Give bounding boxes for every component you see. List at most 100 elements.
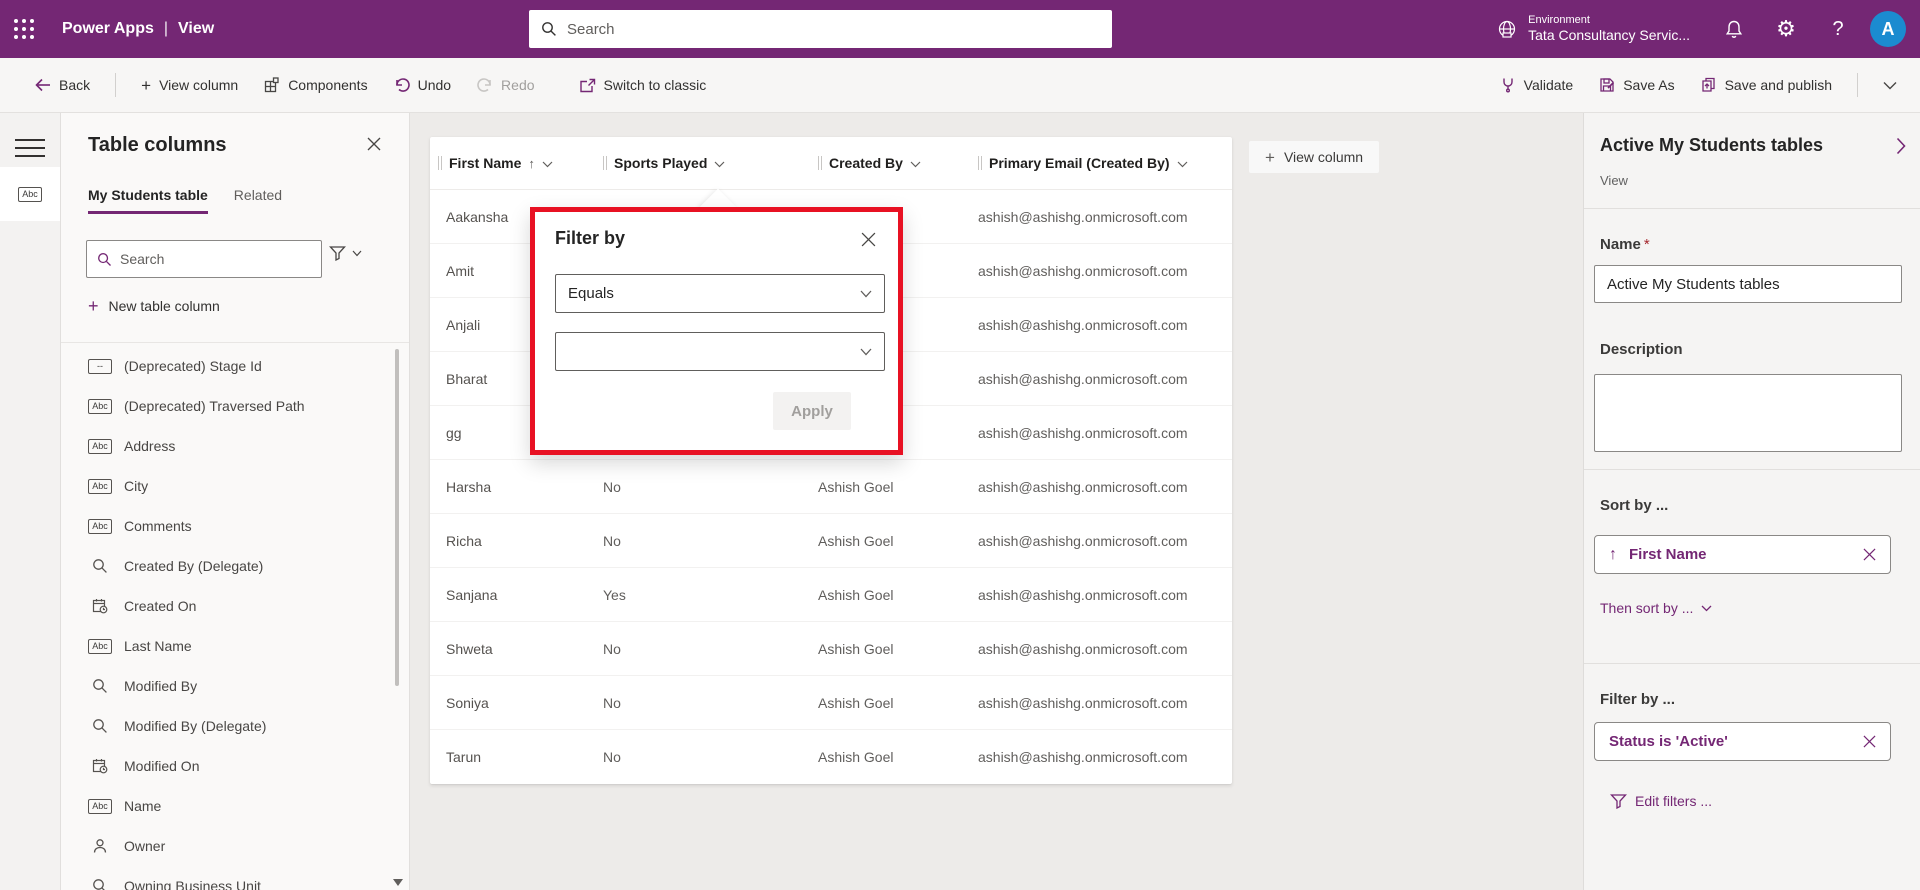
column-list-item[interactable]: Created On <box>61 586 395 626</box>
column-list-item[interactable]: Abc (Deprecated) Traversed Path <box>61 386 395 426</box>
scrollbar-down-arrow[interactable] <box>393 879 403 886</box>
column-list-item[interactable]: Modified By <box>61 666 395 706</box>
stage-id-icon: -- <box>88 358 112 374</box>
column-list-item[interactable]: Created By (Delegate) <box>61 546 395 586</box>
remove-sort-button[interactable] <box>1863 548 1876 561</box>
cell-first-name: Harsha <box>446 478 492 495</box>
cell-primary-email: ashish@ashishg.onmicrosoft.com <box>978 262 1188 279</box>
abc-icon: Abc <box>18 186 42 202</box>
notifications-button[interactable] <box>1708 0 1760 58</box>
filter-value-dropdown[interactable] <box>555 332 885 371</box>
waffle-menu-button[interactable] <box>0 0 48 58</box>
arrow-up-icon: ↑ <box>1609 545 1617 563</box>
chevron-down-icon <box>1883 81 1897 90</box>
column-label: Last Name <box>124 638 192 654</box>
save-as-command[interactable]: Save As <box>1590 71 1683 99</box>
tab-my-students-table[interactable]: My Students table <box>88 187 208 214</box>
sort-pill[interactable]: ↑ First Name <box>1594 535 1891 574</box>
datetime-icon <box>88 598 112 614</box>
column-list-item[interactable]: Abc Last Name <box>61 626 395 666</box>
column-list-item[interactable]: Abc Address <box>61 426 395 466</box>
hamburger-menu-button[interactable] <box>15 133 45 163</box>
cell-created-by: Ashish Goel <box>818 640 894 657</box>
redo-command[interactable]: Redo <box>468 71 543 99</box>
remove-filter-button[interactable] <box>1863 735 1876 748</box>
columns-filter-button[interactable] <box>329 245 362 261</box>
panel-expand-button[interactable] <box>1896 137 1906 155</box>
panel-divider <box>1584 469 1920 470</box>
column-header-primary-email[interactable]: Primary Email (Created By) <box>970 155 1232 171</box>
panel-close-button[interactable] <box>367 137 381 151</box>
drag-handle-icon <box>438 156 442 170</box>
undo-command[interactable]: Undo <box>385 71 460 99</box>
save-and-publish-command[interactable]: Save and publish <box>1692 71 1841 99</box>
name-label: Name * <box>1600 236 1650 253</box>
filter-operator-dropdown[interactable]: Equals <box>555 274 885 313</box>
column-list-item[interactable]: Abc Name <box>61 786 395 826</box>
chevron-right-icon <box>1896 137 1906 155</box>
tab-related[interactable]: Related <box>234 187 282 214</box>
column-list-item[interactable]: -- (Deprecated) Stage Id <box>61 346 395 386</box>
dialog-close-button[interactable] <box>857 228 880 251</box>
view-subtitle: View <box>1600 173 1628 188</box>
settings-button[interactable]: ⚙ <box>1760 0 1812 58</box>
column-header-sports-played[interactable]: Sports Played <box>595 155 810 171</box>
column-label: (Deprecated) Traversed Path <box>124 398 305 414</box>
name-field[interactable] <box>1594 265 1902 303</box>
cell-sports-played: No <box>603 532 621 549</box>
chevron-down-icon <box>1177 161 1188 168</box>
avatar[interactable]: A <box>1870 11 1906 47</box>
column-header-first-name[interactable]: First Name ↑ <box>430 155 595 171</box>
add-view-column-button[interactable]: + View column <box>1249 141 1380 173</box>
search-icon <box>541 21 557 37</box>
columns-search[interactable] <box>86 240 322 278</box>
components-command[interactable]: Components <box>255 71 376 99</box>
environment-picker[interactable]: Environment Tata Consultancy Servic... <box>1478 0 1708 58</box>
panel-scrollbar[interactable] <box>395 349 399 686</box>
column-label: Created On <box>124 598 197 614</box>
back-button[interactable]: Back <box>26 71 99 99</box>
panel-divider <box>1584 663 1920 664</box>
save-as-icon <box>1599 77 1615 93</box>
topbar-search[interactable] <box>529 10 1112 48</box>
table-row[interactable]: Soniya No Ashish Goel ashish@ashishg.onmicr… <box>430 676 1232 730</box>
switch-to-classic-command[interactable]: Switch to classic <box>570 71 716 99</box>
plus-icon: + <box>1265 147 1275 167</box>
table-row[interactable]: Sanjana Yes Ashish Goel ashish@ashishg.onmi… <box>430 568 1232 622</box>
command-bar-divider <box>1857 73 1858 97</box>
chevron-down-icon <box>860 290 872 298</box>
rail-item-table-columns[interactable]: Abc <box>0 167 60 221</box>
table-row[interactable]: Shweta No Ashish Goel ashish@ashishg.onmicr… <box>430 622 1232 676</box>
table-row[interactable]: Harsha No Ashish Goel ashish@ashishg.onmicr… <box>430 460 1232 514</box>
then-sort-by-link[interactable]: Then sort by ... <box>1600 600 1712 616</box>
columns-search-input[interactable] <box>120 251 311 267</box>
new-table-column-button[interactable]: + New table column <box>88 297 220 315</box>
column-list-item[interactable]: Owning Business Unit <box>61 866 395 890</box>
cell-sports-played: Yes <box>603 586 626 603</box>
validate-command[interactable]: Validate <box>1491 71 1583 99</box>
column-list-item[interactable]: Modified By (Delegate) <box>61 706 395 746</box>
more-commands-button[interactable] <box>1874 75 1906 96</box>
column-list-item[interactable]: Modified On <box>61 746 395 786</box>
filter-pill[interactable]: Status is 'Active' <box>1594 722 1891 761</box>
avatar-letter: A <box>1881 18 1895 39</box>
edit-filters-link[interactable]: Edit filters ... <box>1610 793 1712 809</box>
view-column-command[interactable]: + View column <box>132 71 247 100</box>
power-apps-view-editor: Power Apps | View Environm <box>0 0 1920 890</box>
description-field[interactable] <box>1594 374 1902 452</box>
table-row[interactable]: Tarun No Ashish Goel ashish@ashishg.onmicro… <box>430 730 1232 784</box>
redo-icon <box>477 77 493 93</box>
panel-divider <box>61 342 409 343</box>
column-list-item[interactable]: Abc City <box>61 466 395 506</box>
topbar-search-input[interactable] <box>567 20 1100 38</box>
help-button[interactable]: ? <box>1812 0 1864 58</box>
drag-handle-icon <box>603 156 607 170</box>
apply-button[interactable]: Apply <box>773 392 851 430</box>
column-header-created-by[interactable]: Created By <box>810 155 970 171</box>
command-bar-divider <box>115 73 117 97</box>
cell-primary-email: ashish@ashishg.onmicrosoft.com <box>978 532 1188 549</box>
cell-sports-played: No <box>603 694 621 711</box>
table-row[interactable]: Richa No Ashish Goel ashish@ashishg.onmicro… <box>430 514 1232 568</box>
column-list-item[interactable]: Owner <box>61 826 395 866</box>
column-list-item[interactable]: Abc Comments <box>61 506 395 546</box>
